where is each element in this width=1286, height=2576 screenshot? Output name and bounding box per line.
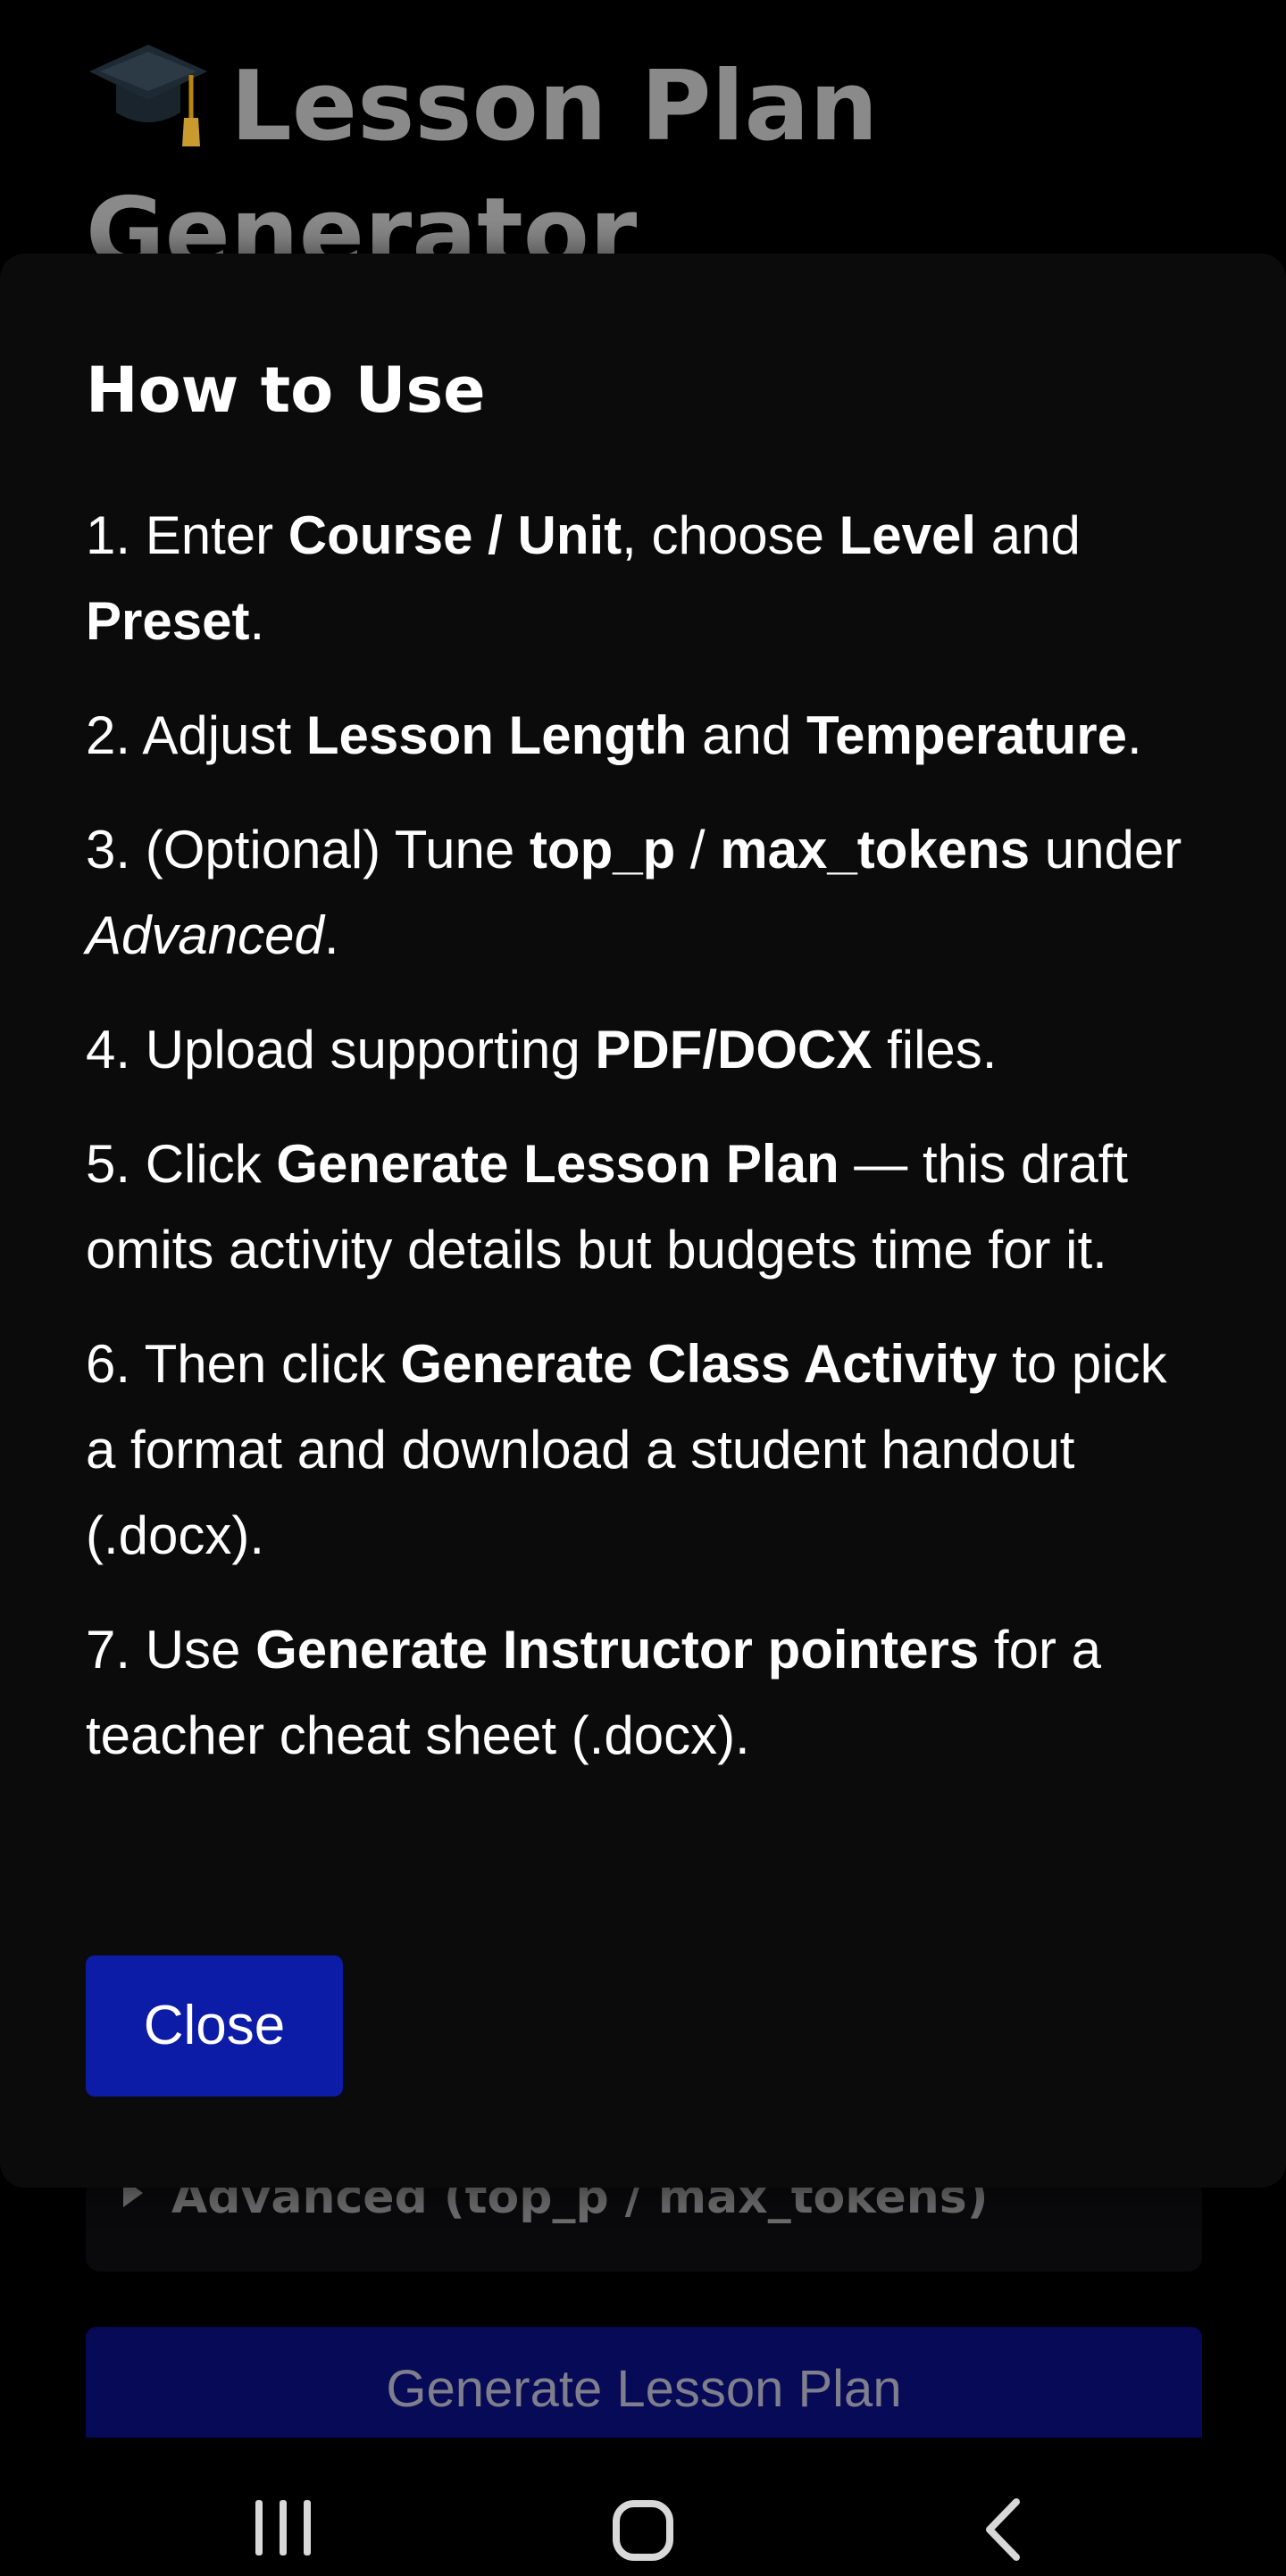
step-item: 4. Upload supporting PDF/DOCX files. [86, 1007, 1211, 1093]
step-item: 1. Enter Course / Unit, choose Level and… [86, 493, 1211, 664]
recent-apps-icon[interactable] [255, 2500, 311, 2555]
step-emphasis: Temperature [806, 705, 1127, 765]
step-text: . [1126, 705, 1142, 765]
step-emphasis: top_p [529, 820, 676, 880]
step-text: 5. Click [86, 1134, 277, 1194]
step-text: files. [872, 1020, 998, 1080]
step-text: 6. Then click [86, 1334, 401, 1394]
step-item: 5. Click Generate Lesson Plan — this dra… [86, 1121, 1211, 1293]
step-text: 1. Enter [86, 505, 288, 565]
step-item: 3. (Optional) Tune top_p / max_tokens un… [86, 807, 1211, 979]
step-text: under [1030, 820, 1182, 880]
step-emphasis: Generate Lesson Plan [276, 1134, 839, 1194]
step-emphasis: PDF/DOCX [595, 1020, 873, 1080]
step-text: . [249, 591, 265, 651]
graduation-cap-icon [89, 45, 207, 146]
step-text: , choose [622, 505, 839, 565]
step-emphasis: Preset [86, 591, 250, 651]
step-text: . [323, 905, 339, 965]
system-nav-bar [0, 2438, 1286, 2576]
step-item: 7. Use Generate Instructor pointers for … [86, 1607, 1211, 1779]
step-text: and [976, 505, 1081, 565]
page: Lesson Plan Generator Advanced (top_p / … [0, 0, 1286, 2576]
step-text: / [675, 820, 721, 880]
step-text: 7. Use [86, 1620, 256, 1680]
step-emphasis: max_tokens [720, 820, 1031, 880]
back-icon[interactable] [981, 2498, 1025, 2561]
step-text: 3. (Optional) Tune [86, 820, 530, 880]
step-emphasis: Generate Class Activity [400, 1334, 998, 1394]
step-emphasis: Course / Unit [288, 505, 622, 565]
how-to-use-dialog: How to Use 1. Enter Course / Unit, choos… [0, 254, 1286, 2188]
step-italic: Advanced [86, 905, 324, 965]
dialog-title: How to Use [86, 354, 486, 427]
step-text: 2. Adjust [86, 705, 306, 765]
close-button[interactable]: Close [86, 1955, 343, 2097]
step-text: 4. Upload supporting [86, 1020, 596, 1080]
generate-button-clip: Generate Lesson Plan [0, 2327, 1286, 2438]
generate-lesson-plan-button[interactable]: Generate Lesson Plan [86, 2327, 1202, 2438]
home-icon[interactable] [613, 2500, 673, 2561]
step-emphasis: Lesson Length [305, 705, 688, 765]
step-item: 6. Then click Generate Class Activity to… [86, 1321, 1211, 1579]
step-text: and [687, 705, 806, 765]
advanced-expander[interactable]: Advanced (top_p / max_tokens) [86, 2171, 1202, 2272]
step-emphasis: Generate Instructor pointers [255, 1620, 980, 1680]
steps-list: 1. Enter Course / Unit, choose Level and… [86, 493, 1211, 1807]
step-item: 2. Adjust Lesson Length and Temperature. [86, 693, 1211, 779]
step-emphasis: Level [839, 505, 977, 565]
